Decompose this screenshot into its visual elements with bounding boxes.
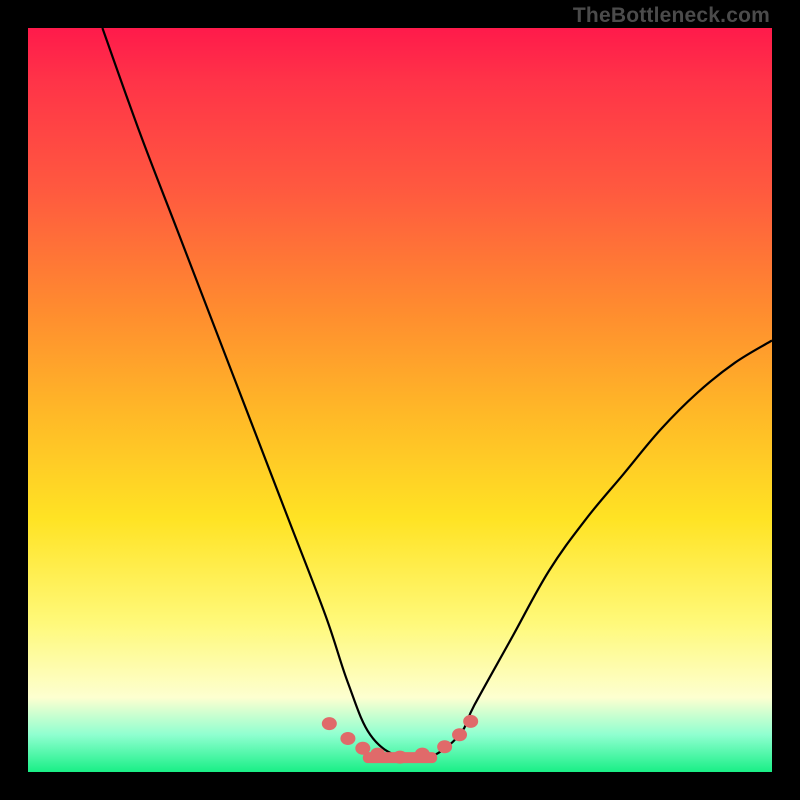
marker-point [393,751,407,763]
plot-area [28,28,772,772]
minimum-bar [363,752,437,763]
bottleneck-curve [102,28,772,760]
marker-point [464,715,478,727]
chart-overlay [28,28,772,772]
marker-point [438,741,452,753]
marker-point [415,748,429,760]
marker-group [322,715,477,763]
marker-point [453,729,467,741]
chart-frame: TheBottleneck.com [0,0,800,800]
attribution-label: TheBottleneck.com [573,4,770,28]
marker-point [322,718,336,730]
marker-point [341,733,355,745]
marker-point [356,742,370,754]
marker-point [371,748,385,760]
